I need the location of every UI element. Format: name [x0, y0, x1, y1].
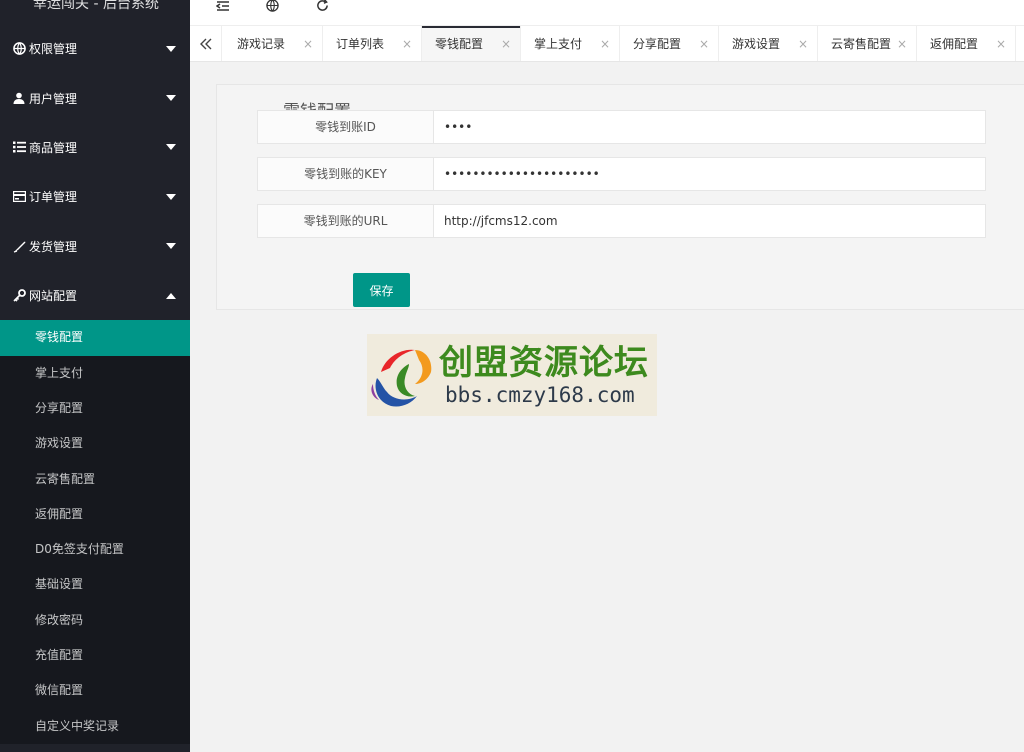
double-chevron-left-icon [199, 38, 211, 50]
change-url-input[interactable] [434, 205, 985, 237]
sidebar-item-share-config[interactable]: 分享配置 [0, 391, 190, 426]
close-icon[interactable]: × [303, 26, 313, 61]
watermark-logo-icon [371, 349, 432, 407]
form-row-key: 零钱到账的KEY [257, 157, 986, 191]
sidebar-item-d0-pay-config[interactable]: D0免签支付配置 [0, 532, 190, 567]
tab-game-settings[interactable]: 游戏设置 × [719, 26, 818, 61]
tab-change-config[interactable]: 零钱配置 × [422, 26, 521, 61]
sidebar-submenu: 零钱配置 掌上支付 分享配置 游戏设置 云寄售配置 返佣配置 D0免签支付配置 … [0, 320, 190, 744]
field-label: 零钱到账的KEY [258, 158, 434, 190]
sidebar-item-wechat-config[interactable]: 微信配置 [0, 673, 190, 708]
card-icon [12, 190, 26, 204]
menu-indent-icon[interactable] [214, 0, 232, 14]
sidebar-group-orders[interactable]: 订单管理 [0, 172, 190, 221]
sidebar-group-products[interactable]: 商品管理 [0, 123, 190, 172]
sidebar-group-label: 用户管理 [29, 91, 78, 106]
sidebar-item-rebate-config[interactable]: 返佣配置 [0, 497, 190, 532]
watermark-text: 创盟资源论坛 bbs.cmzy168.com [439, 343, 649, 407]
change-id-input[interactable] [434, 111, 985, 143]
watermark: 创盟资源论坛 bbs.cmzy168.com [367, 334, 657, 416]
tab-label: 游戏记录 [237, 37, 286, 51]
globe-icon [12, 42, 26, 56]
close-icon[interactable]: × [996, 26, 1006, 61]
tab-label: 返佣配置 [930, 37, 979, 51]
tab-label: 订单列表 [336, 37, 385, 51]
sidebar-group-label: 商品管理 [29, 140, 78, 155]
sidebar-item-change-password[interactable]: 修改密码 [0, 603, 190, 638]
chevron-down-icon [166, 144, 176, 151]
refresh-icon[interactable] [313, 0, 331, 14]
sidebar-item-recharge-config[interactable]: 充值配置 [0, 638, 190, 673]
chevron-down-icon [166, 45, 176, 52]
chevron-down-icon [166, 95, 176, 102]
user-icon [12, 91, 26, 105]
sidebar-group-label: 订单管理 [29, 190, 78, 205]
list-icon [12, 140, 26, 154]
tabs: 游戏记录 × 订单列表 × 零钱配置 × 掌上支付 × 分享配置 × 游戏设置 × 云寄售配… [224, 26, 1016, 61]
tab-label: 分享配置 [633, 37, 682, 51]
top-header [190, 0, 1024, 25]
tab-game-records[interactable]: 游戏记录 × [224, 26, 323, 61]
tab-order-list[interactable]: 订单列表 × [323, 26, 422, 61]
key-icon [12, 289, 26, 303]
tab-cloud-consign[interactable]: 云寄售配置 × [818, 26, 917, 61]
feather-icon [12, 239, 26, 253]
app-title: 幸运闯关 - 后台系统 [33, 0, 159, 12]
tab-label: 零钱配置 [435, 37, 484, 51]
sidebar-item-game-settings[interactable]: 游戏设置 [0, 426, 190, 461]
watermark-cn: 创盟资源论坛 [439, 343, 649, 383]
field-label: 零钱到账的URL [258, 205, 434, 237]
watermark-en: bbs.cmzy168.com [445, 383, 635, 407]
sidebar-group-label: 权限管理 [29, 42, 78, 57]
sidebar-group-users[interactable]: 用户管理 [0, 73, 190, 122]
chevron-up-icon [166, 292, 176, 299]
sidebar-item-palm-pay[interactable]: 掌上支付 [0, 356, 190, 391]
close-icon[interactable]: × [501, 26, 511, 61]
form-row-url: 零钱到账的URL [257, 204, 986, 238]
close-icon[interactable]: × [402, 26, 412, 61]
close-icon[interactable]: × [798, 26, 808, 61]
sidebar-group-label: 网站配置 [29, 289, 78, 304]
tab-label: 掌上支付 [534, 37, 583, 51]
sidebar-item-custom-prize-records[interactable]: 自定义中奖记录 [0, 709, 190, 744]
tab-share-config[interactable]: 分享配置 × [620, 26, 719, 61]
sidebar: 幸运闯关 - 后台系统 权限管理 用户管理 商品管理 订单管理 发货管理 网站配… [0, 0, 190, 752]
sidebar-item-basic-settings[interactable]: 基础设置 [0, 567, 190, 602]
chevron-down-icon [166, 193, 176, 200]
close-icon[interactable]: × [897, 26, 907, 61]
tabs-scroll-left-button[interactable] [190, 26, 222, 61]
sidebar-group-shipping[interactable]: 发货管理 [0, 222, 190, 271]
tab-rebate-config[interactable]: 返佣配置 × [917, 26, 1016, 61]
sidebar-item-change-config[interactable]: 零钱配置 [0, 320, 190, 356]
tab-palm-pay[interactable]: 掌上支付 × [521, 26, 620, 61]
save-button[interactable]: 保存 [353, 273, 410, 307]
chevron-down-icon [166, 243, 176, 250]
globe-icon[interactable] [263, 0, 281, 14]
sidebar-group-site-config[interactable]: 网站配置 [0, 271, 190, 320]
tab-bar: 游戏记录 × 订单列表 × 零钱配置 × 掌上支付 × 分享配置 × 游戏设置 × 云寄售配… [190, 25, 1024, 62]
config-fieldset: 零钱配置 零钱到账ID 零钱到账的KEY 零钱到账的URL 保存 [216, 84, 1024, 310]
sidebar-group-label: 发货管理 [29, 239, 78, 254]
sidebar-item-cloud-consign[interactable]: 云寄售配置 [0, 462, 190, 497]
form-row-id: 零钱到账ID [257, 110, 986, 144]
sidebar-group-permission[interactable]: 权限管理 [0, 24, 190, 73]
close-icon[interactable]: × [600, 26, 610, 61]
field-label: 零钱到账ID [258, 111, 434, 143]
tab-label: 云寄售配置 [831, 37, 892, 51]
close-icon[interactable]: × [699, 26, 709, 61]
tab-label: 游戏设置 [732, 37, 781, 51]
change-key-input[interactable] [434, 158, 985, 190]
